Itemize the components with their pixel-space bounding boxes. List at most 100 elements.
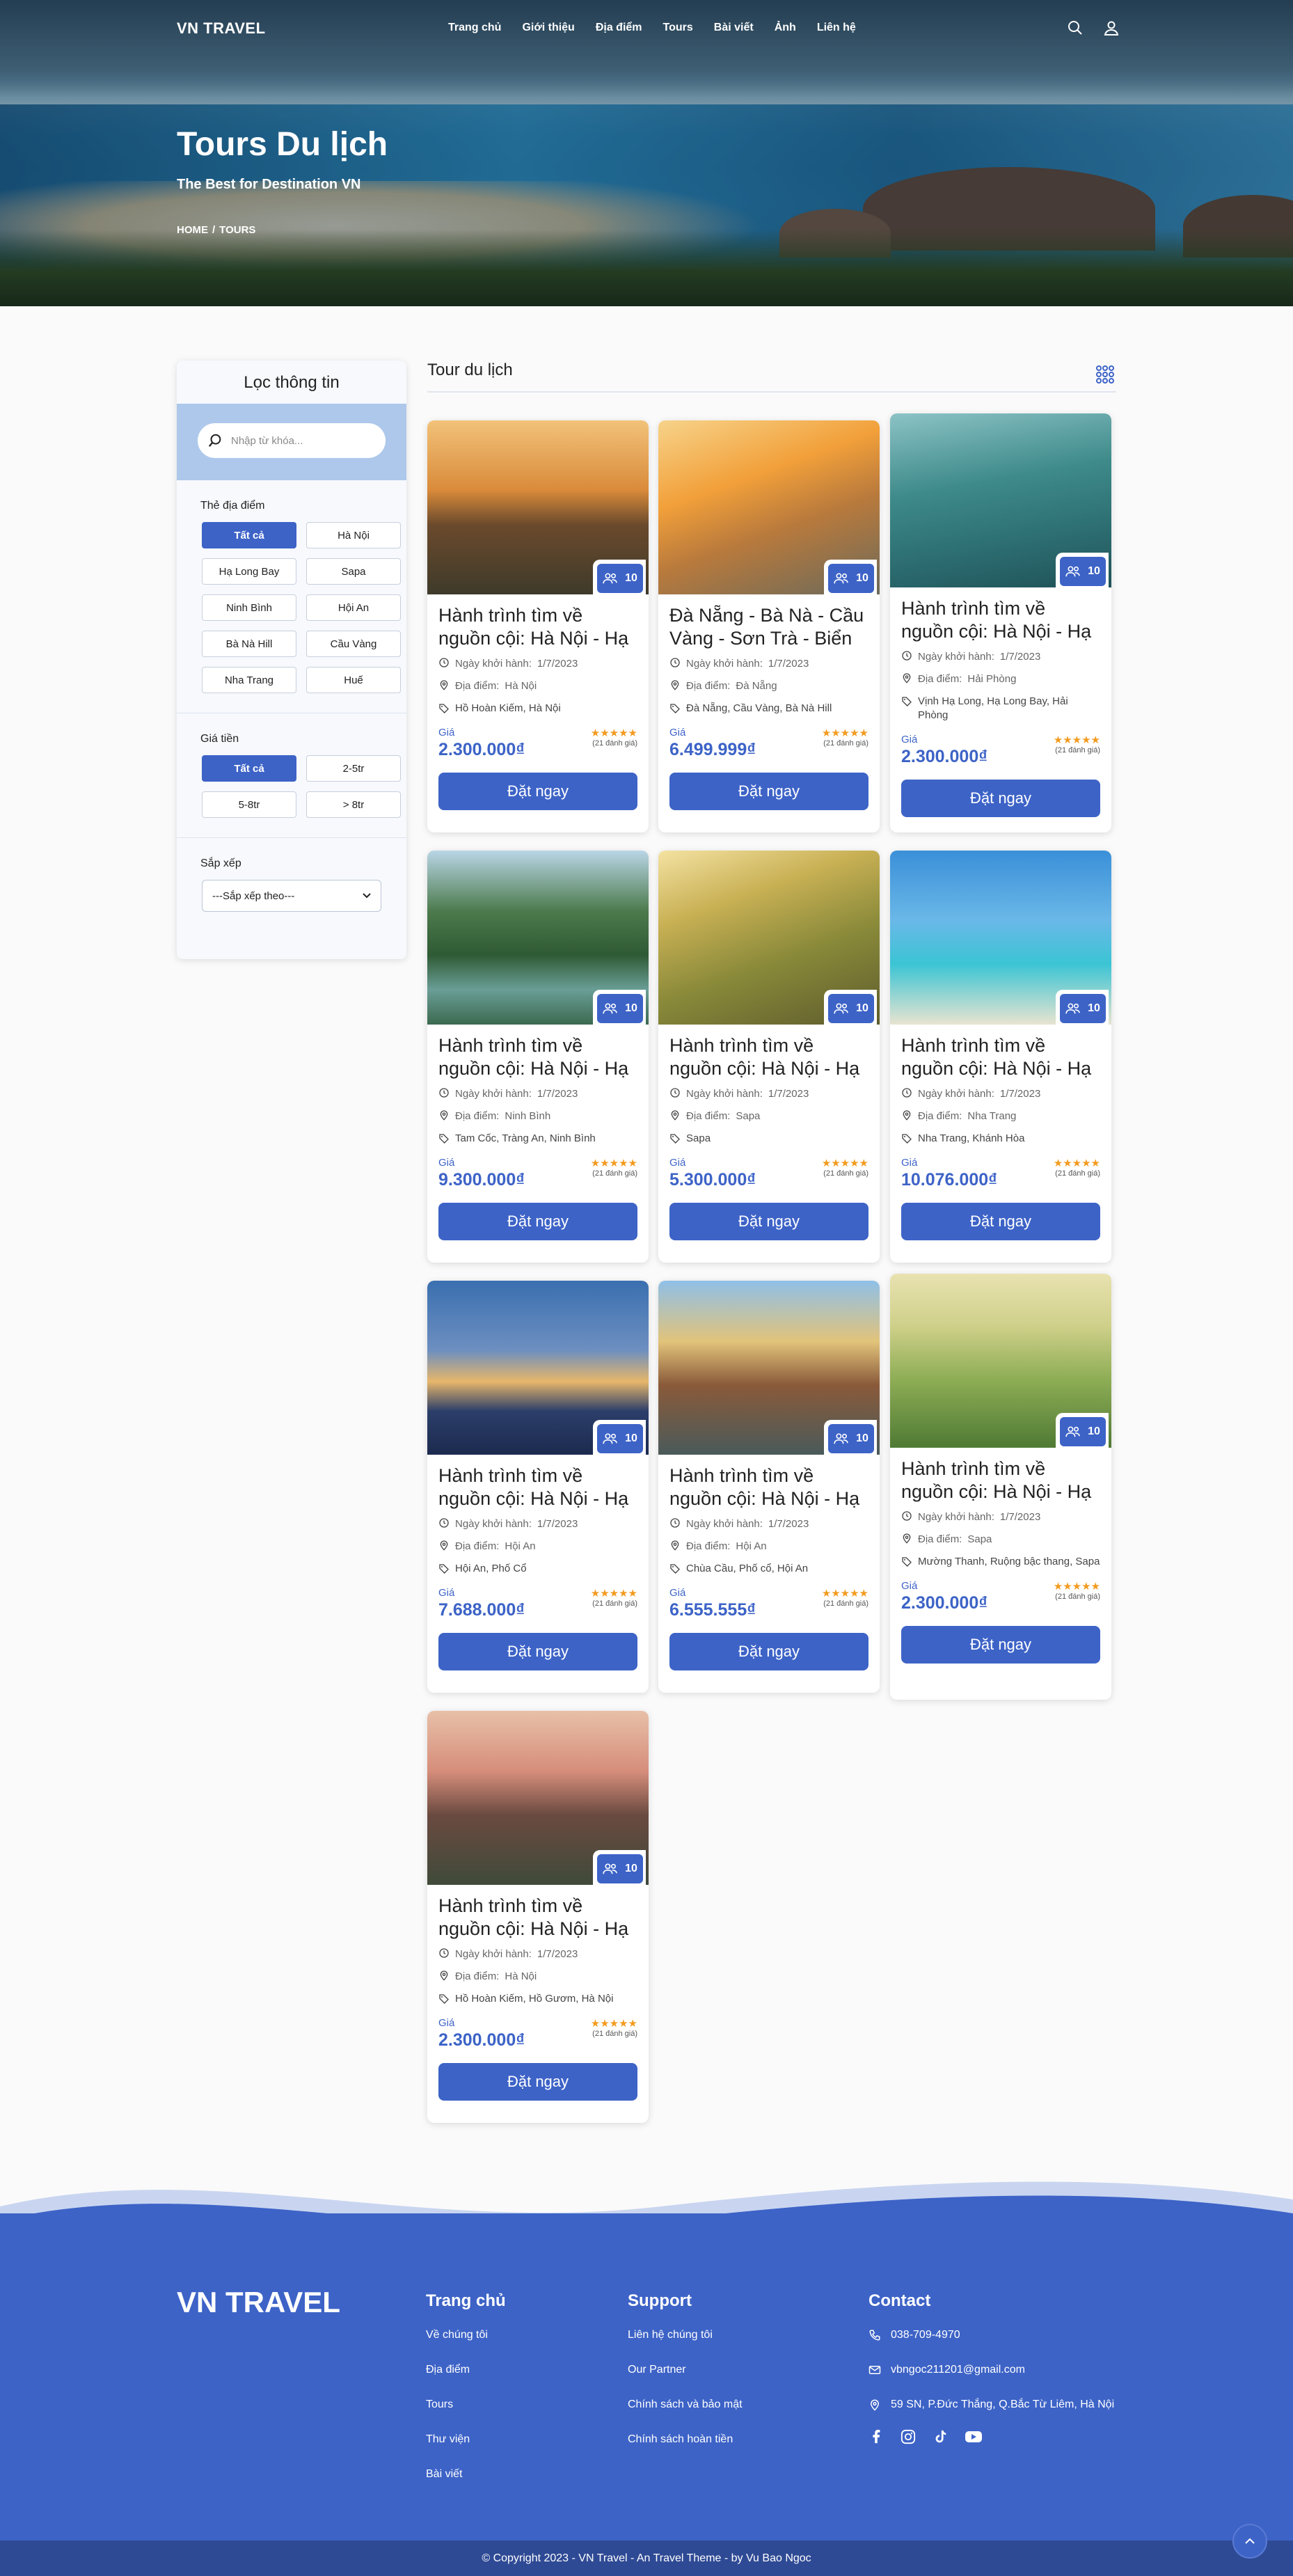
facebook-icon[interactable]: [868, 2429, 884, 2444]
menu-item-tours[interactable]: Tours: [663, 22, 693, 34]
tour-image[interactable]: 10: [427, 1711, 649, 1885]
footer-link-partner[interactable]: Our Partner: [628, 2364, 743, 2376]
tour-image[interactable]: 10: [890, 413, 1111, 587]
departure-date: 1/7/2023: [999, 1511, 1041, 1523]
grid-icon[interactable]: [1095, 365, 1115, 384]
tour-card[interactable]: 10 Hành trình tìm về nguồn cội: Hà Nội -…: [890, 1274, 1111, 1700]
tour-image[interactable]: 10: [427, 851, 649, 1025]
location-tag-all[interactable]: Tất cả: [202, 522, 296, 548]
contact-email-text[interactable]: vbngoc211201@gmail.com: [891, 2364, 1025, 2376]
tour-image[interactable]: 10: [658, 420, 880, 594]
clock-icon: [439, 1518, 449, 1528]
sort-select[interactable]: ---Sắp xếp theo---: [202, 880, 381, 912]
contact-phone-text[interactable]: 038-709-4970: [891, 2329, 960, 2341]
clock-icon: [439, 658, 449, 667]
tour-card[interactable]: 10 Hành trình tìm về nguồn cội: Hà Nội -…: [427, 1711, 649, 2123]
book-now-button[interactable]: Đặt ngay: [901, 1626, 1100, 1664]
tour-price-row: Giá 2.300.000₫ ★★★★★ (21 đánh giá): [890, 731, 1111, 767]
tour-card[interactable]: 10 Hành trình tìm về nguồn cội: Hà Nội -…: [427, 851, 649, 1263]
location-tag-hoian[interactable]: Hội An: [306, 594, 401, 621]
people-icon: [1065, 566, 1080, 577]
site-logo[interactable]: VN TRAVEL: [177, 19, 266, 38]
book-now-button[interactable]: Đặt ngay: [901, 1203, 1100, 1240]
departure-label: Ngày khởi hành:: [686, 1518, 763, 1530]
location-icon: [903, 1533, 911, 1544]
menu-item-home[interactable]: Trang chủ: [448, 22, 501, 34]
breadcrumb-home[interactable]: HOME: [177, 224, 208, 236]
tour-price-row: Giá 9.300.000₫ ★★★★★ (21 đánh giá): [427, 1154, 649, 1190]
tour-title[interactable]: Hành trình tìm về nguồn cội: Hà Nội - Hạ…: [427, 1885, 649, 1942]
book-now-button[interactable]: Đặt ngay: [669, 773, 868, 810]
tour-card[interactable]: 10 Hành trình tìm về nguồn cội: Hà Nội -…: [890, 851, 1111, 1263]
footer-link-privacy[interactable]: Chính sách và bảo mật: [628, 2399, 743, 2411]
tour-title[interactable]: Hành trình tìm về nguồn cội: Hà Nội - Hạ…: [427, 1025, 649, 1082]
tour-card[interactable]: 10 Hành trình tìm về nguồn cội: Hà Nội -…: [427, 420, 649, 832]
tour-card[interactable]: 10 Đà Nẵng - Bà Nà - Cầu Vàng - Sơn Trà …: [658, 420, 880, 832]
location-tag-nhatrang[interactable]: Nha Trang: [202, 667, 296, 693]
footer-link-about[interactable]: Về chúng tôi: [426, 2329, 506, 2341]
location-icon: [440, 680, 448, 690]
location-tag-halong[interactable]: Hạ Long Bay: [202, 558, 296, 585]
book-now-button[interactable]: Đặt ngay: [438, 1633, 637, 1670]
tour-title[interactable]: Hành trình tìm về nguồn cội: Hà Nội - Hạ…: [890, 587, 1111, 645]
price-tag-2-5[interactable]: 2-5tr: [306, 755, 401, 782]
tour-title[interactable]: Hành trình tìm về nguồn cội: Hà Nội - Hạ…: [658, 1025, 880, 1082]
arrow-up-icon: [1245, 2538, 1255, 2544]
tour-image[interactable]: 10: [890, 1274, 1111, 1448]
user-icon[interactable]: [1103, 19, 1120, 40]
tour-title[interactable]: Hành trình tìm về nguồn cội: Hà Nội - Hạ…: [427, 1455, 649, 1512]
back-to-top-button[interactable]: [1232, 2524, 1267, 2559]
mail-icon: [868, 2366, 881, 2374]
search-icon[interactable]: [1067, 19, 1084, 40]
youtube-icon[interactable]: [965, 2429, 983, 2444]
footer-link-refund[interactable]: Chính sách hoàn tiền: [628, 2433, 743, 2446]
location-tag-hanoi[interactable]: Hà Nội: [306, 522, 401, 548]
book-now-button[interactable]: Đặt ngay: [438, 1203, 637, 1240]
book-now-button[interactable]: Đặt ngay: [669, 1633, 868, 1670]
footer-logo[interactable]: VN TRAVEL: [177, 2286, 340, 2319]
footer-link-places[interactable]: Địa điểm: [426, 2364, 506, 2376]
footer-link-tours[interactable]: Tours: [426, 2399, 506, 2411]
book-now-button[interactable]: Đặt ngay: [669, 1203, 868, 1240]
menu-item-contact[interactable]: Liên hệ: [817, 22, 856, 34]
tour-title[interactable]: Hành trình tìm về nguồn cội: Hà Nội - Hạ…: [658, 1455, 880, 1512]
location-icon: [671, 1110, 679, 1121]
tour-image[interactable]: 10: [427, 1281, 649, 1455]
location-tag-sapa[interactable]: Sapa: [306, 558, 401, 585]
location-tag-hue[interactable]: Huế: [306, 667, 401, 693]
star-rating-icon: ★★★★★: [590, 727, 637, 739]
price-tag-8-plus[interactable]: > 8tr: [306, 791, 401, 818]
price-label: Giá: [438, 1587, 455, 1599]
tour-image[interactable]: 10: [427, 420, 649, 594]
menu-item-posts[interactable]: Bài viết: [714, 22, 754, 34]
book-now-button[interactable]: Đặt ngay: [438, 773, 637, 810]
tour-card[interactable]: 10 Hành trình tìm về nguồn cội: Hà Nội -…: [890, 413, 1111, 832]
footer-link-contact[interactable]: Liên hệ chúng tôi: [628, 2329, 743, 2341]
departure-date: 1/7/2023: [999, 651, 1041, 663]
footer-link-library[interactable]: Thư viện: [426, 2433, 506, 2446]
tiktok-icon[interactable]: [933, 2429, 948, 2444]
book-now-button[interactable]: Đặt ngay: [901, 780, 1100, 817]
tour-card[interactable]: 10 Hành trình tìm về nguồn cội: Hà Nội -…: [658, 851, 880, 1263]
location-tag-banahill[interactable]: Bà Nà Hill: [202, 631, 296, 657]
footer-link-posts[interactable]: Bài viết: [426, 2468, 506, 2481]
tour-title[interactable]: Đà Nẵng - Bà Nà - Cầu Vàng - Sơn Trà - B…: [658, 594, 880, 651]
tour-title[interactable]: Hành trình tìm về nguồn cội: Hà Nội - Hạ…: [890, 1448, 1111, 1505]
tour-image[interactable]: 10: [658, 851, 880, 1025]
keyword-search-input[interactable]: Nhập từ khóa...: [198, 423, 386, 458]
book-now-button[interactable]: Đặt ngay: [438, 2063, 637, 2101]
tour-card[interactable]: 10 Hành trình tìm về nguồn cội: Hà Nội -…: [658, 1281, 880, 1693]
location-tag-ninhbinh[interactable]: Ninh Bình: [202, 594, 296, 621]
location-tag-cauvang[interactable]: Cầu Vàng: [306, 631, 401, 657]
tour-image[interactable]: 10: [658, 1281, 880, 1455]
price-tag-5-8[interactable]: 5-8tr: [202, 791, 296, 818]
price-tag-all[interactable]: Tất cả: [202, 755, 296, 782]
instagram-icon[interactable]: [901, 2429, 916, 2444]
menu-item-places[interactable]: Địa điểm: [596, 22, 642, 34]
tour-title[interactable]: Hành trình tìm về nguồn cội: Hà Nội - Hạ…: [890, 1025, 1111, 1082]
tour-card[interactable]: 10 Hành trình tìm về nguồn cội: Hà Nội -…: [427, 1281, 649, 1693]
tour-title[interactable]: Hành trình tìm về nguồn cội: Hà Nội - Hạ…: [427, 594, 649, 651]
menu-item-photos[interactable]: Ảnh: [775, 22, 796, 34]
menu-item-about[interactable]: Giới thiệu: [522, 22, 574, 34]
tour-image[interactable]: 10: [890, 851, 1111, 1025]
